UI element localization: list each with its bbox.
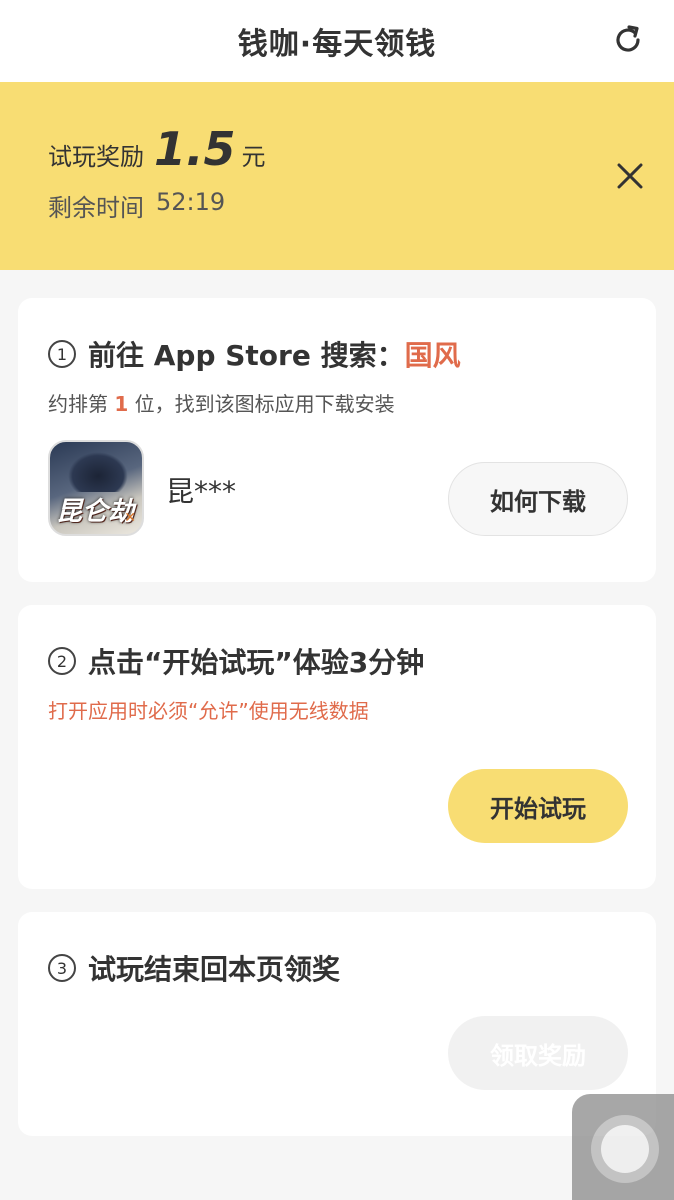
app-name: 昆*** [166,475,237,508]
app-icon: 昆仑劫 ✕ [48,440,144,536]
app-icon-badge: ✕ [124,510,136,526]
step-1-title-text: 前往 App Store 搜索： [88,339,405,372]
close-icon [617,163,643,189]
step-3-number: 3 [48,954,76,982]
top-bar: 钱咖·每天领钱 [0,0,674,82]
rank-number: 1 [114,392,129,416]
step-2-title-text: 点击“开始试玩”体验3分钟 [88,646,425,679]
step-2-title: 2 点击“开始试玩”体验3分钟 [48,641,424,681]
start-trial-button[interactable]: 开始试玩 [448,769,628,843]
timer-label: 剩余时间 [48,194,144,222]
dragon-artwork [68,452,128,492]
step-2-number: 2 [48,647,76,675]
how-to-download-button[interactable]: 如何下载 [448,462,628,536]
reward-unit: 元 [241,143,266,171]
reward-label: 试玩奖励 [48,143,144,171]
page-title: 钱咖·每天领钱 [237,27,437,62]
timer-value: 52:19 [156,188,226,216]
hint-prefix: 约排第 [48,392,115,416]
step-3-card: 3 试玩结束回本页领奖 领取奖励 [18,912,656,1136]
assistive-touch-dot [601,1125,649,1173]
step-1-card: 1 前往 App Store 搜索： 国风 约排第 1 位，找到该图标应用下载安… [18,298,656,582]
step-3-title-text: 试玩结束回本页领奖 [88,953,341,986]
close-button[interactable] [614,160,646,192]
reward-amount: 1.5 [154,122,236,176]
assistive-touch-button[interactable] [572,1094,674,1200]
countdown: 剩余时间 52:19 [48,188,225,223]
reward-banner: 试玩奖励 1.5 元 剩余时间 52:19 [0,82,674,270]
search-keyword: 国风 [404,339,461,372]
step-1-number: 1 [48,340,76,368]
step-2-card: 2 点击“开始试玩”体验3分钟 打开应用时必须“允许”使用无线数据 开始试玩 [18,605,656,889]
refresh-button[interactable] [608,20,648,60]
step-3-title: 3 试玩结束回本页领奖 [48,948,340,988]
step-1-hint: 约排第 1 位，找到该图标应用下载安装 [48,388,395,417]
claim-reward-button[interactable]: 领取奖励 [448,1016,628,1090]
step-2-warning: 打开应用时必须“允许”使用无线数据 [48,699,369,723]
refresh-icon [616,25,640,52]
step-1-title: 1 前往 App Store 搜索： 国风 [48,334,461,374]
hint-suffix: 位，找到该图标应用下载安装 [128,392,395,416]
app-icon-logo-text: 昆仑劫 [56,497,135,527]
reward-info: 试玩奖励 1.5 元 [48,122,266,176]
